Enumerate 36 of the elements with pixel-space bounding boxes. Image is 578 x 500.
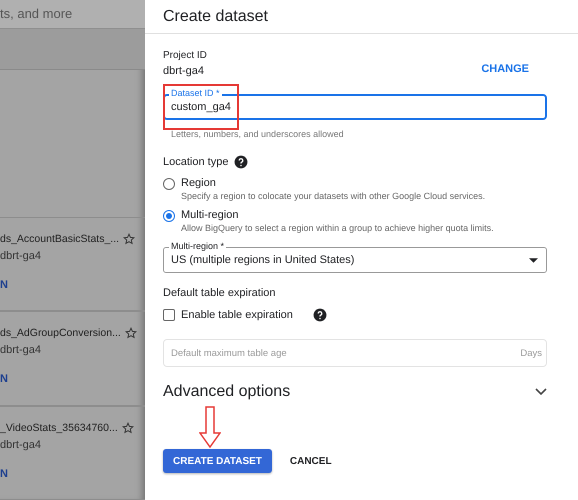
arrow-annotation	[199, 406, 221, 448]
panel-title: Create dataset	[145, 0, 578, 34]
advanced-options-toggle[interactable]: Advanced options	[163, 383, 547, 401]
section-heading: Default table expiration	[163, 287, 276, 299]
card-link[interactable]: N	[0, 373, 145, 386]
project-label: Project ID	[163, 50, 208, 61]
checkbox[interactable]	[163, 309, 175, 321]
project-name: dbrt-ga4	[0, 438, 42, 451]
card-link[interactable]: N	[0, 278, 145, 291]
option-label: Multi-region	[181, 209, 240, 221]
helper-text: Letters, numbers, and underscores allowed	[171, 129, 345, 139]
option-description: Allow BigQuery to select a region within a group to achieve higher quota limits.	[181, 223, 494, 233]
dropdown-arrow-icon	[529, 258, 538, 262]
chevron-icon	[535, 388, 547, 396]
option-label: Region	[181, 177, 217, 189]
help-icon[interactable]	[234, 155, 248, 169]
option-description: Specify a region to colocate your datasets with other Google Cloud services.	[181, 191, 486, 201]
card-title: _VideoStats_35634760...	[0, 422, 118, 434]
star-icon[interactable]	[123, 232, 136, 245]
star-icon[interactable]	[124, 327, 137, 340]
card-link[interactable]: N	[0, 468, 145, 480]
project-name: dbrt-ga4	[0, 250, 42, 262]
checkbox-label: Enable table expiration	[181, 309, 293, 321]
change-button[interactable]: CHANGE	[463, 61, 547, 77]
radio-button[interactable]	[163, 178, 175, 190]
cancel-button[interactable]: CANCEL	[290, 449, 332, 473]
project-name: dbrt-ga4	[0, 344, 42, 356]
card-title: ds_AdGroupConversion...	[0, 327, 121, 340]
project-value: dbrt-ga4	[163, 64, 204, 76]
search-field[interactable]: ts, and more	[0, 0, 145, 29]
star-icon[interactable]	[122, 422, 134, 434]
create-button[interactable]: CREATE DATASET	[163, 449, 272, 473]
card-title: ds_AccountBasicStats_...	[0, 232, 120, 245]
help-icon[interactable]	[312, 308, 327, 322]
radio-button[interactable]	[163, 210, 175, 222]
section-heading: Location type	[163, 156, 228, 168]
